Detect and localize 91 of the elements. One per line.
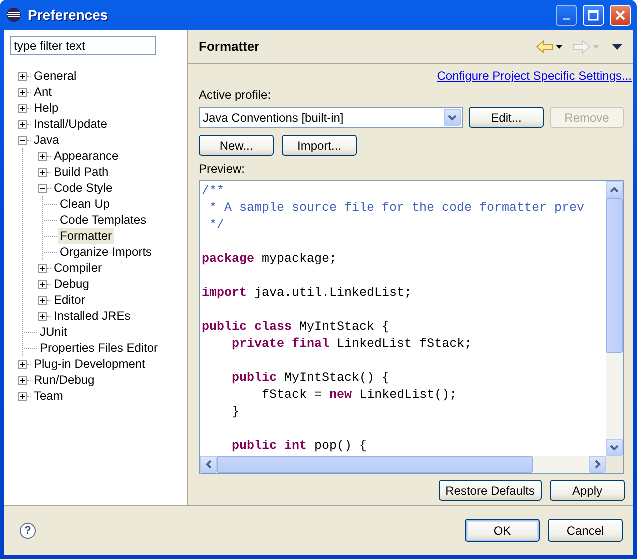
expand-icon[interactable] <box>38 296 47 304</box>
tree-item[interactable]: Plug-in Development <box>32 356 148 372</box>
app-icon <box>6 7 22 23</box>
tree-item[interactable]: Run/Debug <box>32 372 97 388</box>
tree-item[interactable]: Help <box>32 100 61 116</box>
code-text: new <box>330 388 352 402</box>
tree-item[interactable]: Clean Up <box>58 196 112 212</box>
maximize-button[interactable] <box>583 4 604 26</box>
chevron-left-icon <box>206 460 212 469</box>
collapse-icon[interactable] <box>38 184 47 192</box>
tree-item[interactable]: Formatter <box>58 228 114 244</box>
dropdown-icon[interactable] <box>556 44 563 48</box>
tree-item[interactable]: General <box>32 68 79 84</box>
code-text: /** <box>202 184 225 198</box>
preview-label: Preview: <box>199 162 246 176</box>
collapse-icon[interactable] <box>18 136 27 144</box>
tree-item[interactable]: Code Style <box>52 180 115 196</box>
maximize-icon <box>588 10 599 20</box>
menu-icon[interactable] <box>612 44 623 50</box>
expand-icon[interactable] <box>38 280 47 288</box>
expand-icon[interactable] <box>38 168 47 176</box>
tree-item[interactable]: Java <box>32 132 62 148</box>
profile-dropdown[interactable]: Java Conventions [built-in] <box>199 107 463 128</box>
close-icon <box>615 10 626 20</box>
code-text: fStack = <box>262 388 322 402</box>
minimize-button[interactable] <box>556 4 577 26</box>
code-text: pop() { <box>314 439 368 453</box>
expand-icon[interactable] <box>38 152 47 160</box>
chevron-right-icon <box>594 460 600 469</box>
profile-button[interactable]: Edit... <box>469 107 544 128</box>
scroll-right-button[interactable] <box>589 456 606 473</box>
dialog-button[interactable]: OK <box>465 519 540 542</box>
code-text: public <box>232 371 278 385</box>
minimize-icon <box>563 18 570 20</box>
tree-item[interactable]: Editor <box>52 292 88 308</box>
scroll-thumb[interactable] <box>217 456 533 473</box>
page-button[interactable]: Restore Defaults <box>438 480 542 501</box>
tree-item[interactable]: Compiler <box>52 260 104 276</box>
expand-icon[interactable] <box>38 312 47 320</box>
expand-icon[interactable] <box>18 360 27 368</box>
scroll-thumb[interactable] <box>606 198 623 353</box>
code-text: private final <box>232 337 330 351</box>
profile-button[interactable]: New... <box>199 135 274 156</box>
window-title: Preferences <box>28 7 110 23</box>
expand-icon[interactable] <box>18 376 27 384</box>
tree-item[interactable]: Organize Imports <box>58 244 154 260</box>
dialog-button[interactable]: Cancel <box>548 519 623 542</box>
page-title: Formatter <box>199 39 261 54</box>
tree-item[interactable]: JUnit <box>38 324 70 340</box>
code-text: public class <box>202 320 292 334</box>
code-text: MyIntStack { <box>300 320 390 334</box>
scrollbar-corner <box>606 456 623 473</box>
code-text: public int <box>232 439 308 453</box>
code-text: MyIntStack() { <box>284 371 390 385</box>
expand-icon[interactable] <box>38 264 47 272</box>
code-text: mypackage; <box>262 252 338 266</box>
profile-label: Active profile: <box>199 88 272 102</box>
expand-icon[interactable] <box>18 120 27 128</box>
code-text: import <box>202 286 248 300</box>
code-text: * A sample source file for the code formatter prev <box>208 201 585 215</box>
help-button[interactable]: ? <box>20 522 36 538</box>
scroll-left-button[interactable] <box>200 456 217 473</box>
tree-item[interactable]: Properties Files Editor <box>38 340 160 356</box>
expand-icon[interactable] <box>18 72 27 80</box>
expand-icon[interactable] <box>18 392 27 400</box>
code-text: LinkedList(); <box>360 388 458 402</box>
expand-icon[interactable] <box>18 104 27 112</box>
filter-field[interactable]: type filter text <box>10 36 156 55</box>
tree-item[interactable]: Build Path <box>52 164 111 180</box>
chevron-up-icon <box>610 186 619 192</box>
tree-item[interactable]: Appearance <box>52 148 121 164</box>
close-button[interactable] <box>610 4 631 26</box>
tree-item[interactable]: Ant <box>32 84 54 100</box>
code-text: } <box>232 405 240 419</box>
chevron-down-icon <box>610 444 619 450</box>
chevron-down-icon <box>448 114 457 120</box>
tree-item[interactable]: Debug <box>52 276 92 292</box>
tree-item[interactable]: Installed JREs <box>52 308 133 324</box>
page-button[interactable]: Apply <box>550 480 625 501</box>
code-text: java.util.LinkedList; <box>254 286 412 300</box>
project-settings-link[interactable]: Configure Project Specific Settings... <box>437 69 632 83</box>
scroll-up-button[interactable] <box>606 181 623 198</box>
tree-item[interactable]: Team <box>32 388 66 404</box>
tree-item[interactable]: Install/Update <box>32 116 110 132</box>
code-text: LinkedList fStack; <box>337 337 472 351</box>
code-text: package <box>202 252 255 266</box>
scroll-down-button[interactable] <box>606 439 623 456</box>
code-text: */ <box>208 218 225 232</box>
tree-item[interactable]: Code Templates <box>58 212 148 228</box>
profile-button[interactable]: Import... <box>282 135 357 156</box>
expand-icon[interactable] <box>18 88 27 96</box>
